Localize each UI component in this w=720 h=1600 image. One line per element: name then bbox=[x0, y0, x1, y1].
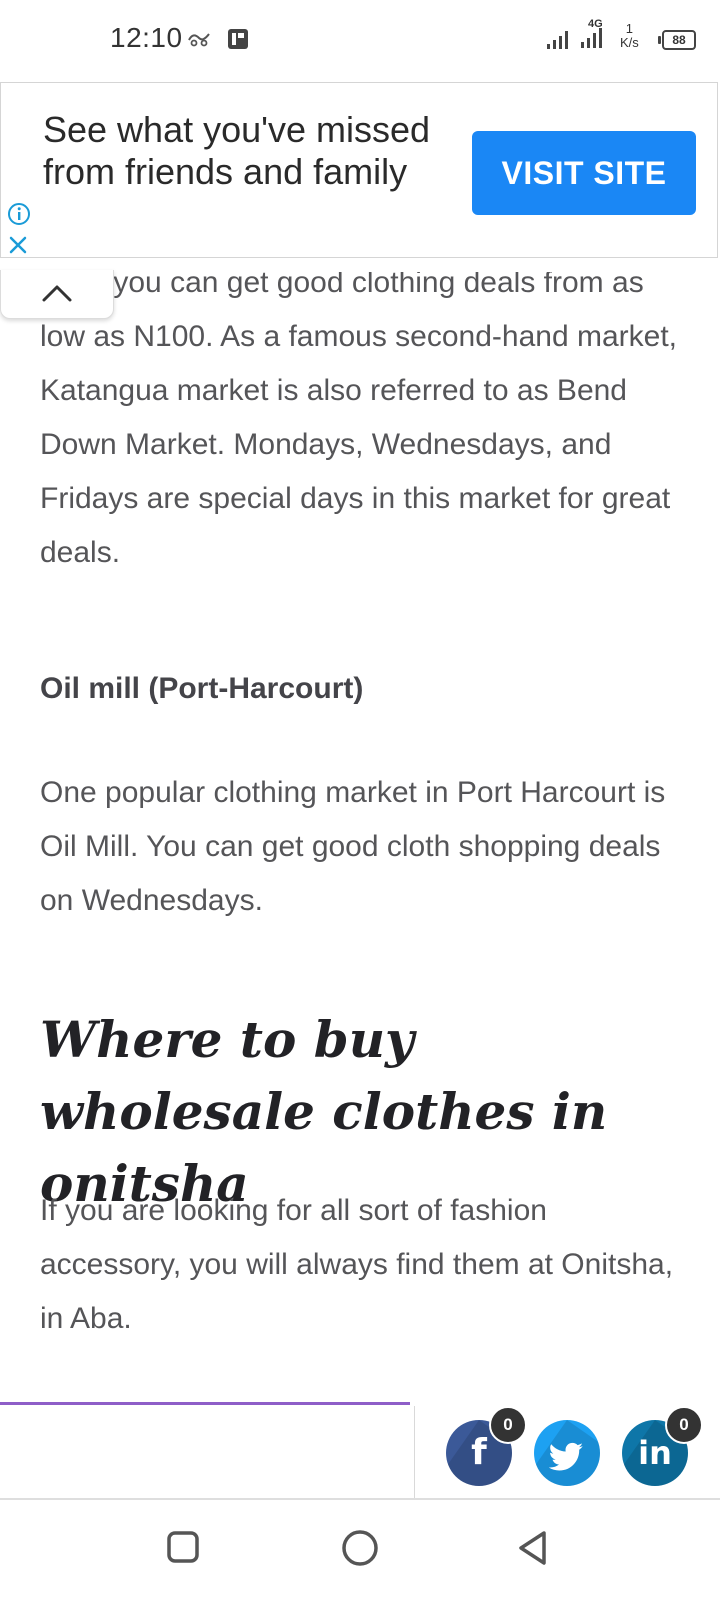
oil-mill-subheading: Oil mill (Port-Harcourt) bbox=[40, 672, 364, 705]
ad-close-icon[interactable] bbox=[8, 235, 28, 260]
battery-icon: 88 bbox=[658, 30, 696, 50]
reading-progress-bar bbox=[0, 1402, 410, 1405]
share-bar: f 0 in 0 bbox=[0, 1402, 720, 1502]
system-nav-bar bbox=[0, 1500, 720, 1600]
share-divider bbox=[414, 1406, 415, 1498]
square-icon bbox=[167, 1531, 199, 1563]
back-button[interactable] bbox=[516, 1530, 552, 1573]
ad-banner[interactable]: See what you've missed from friends and … bbox=[0, 82, 718, 258]
visit-site-button[interactable]: VISIT SITE bbox=[472, 131, 696, 215]
twitter-share-button[interactable] bbox=[534, 1420, 600, 1486]
network-speed: 1 K/s bbox=[620, 22, 639, 50]
triangle-back-icon bbox=[519, 1531, 546, 1565]
article-intro-clip: Here you can get good clothing deals fro… bbox=[40, 272, 680, 602]
article-paragraph-onitsha: If you are looking for all sort of fashi… bbox=[40, 1194, 674, 1335]
linkedin-share-count: 0 bbox=[665, 1406, 703, 1444]
circle-icon bbox=[342, 1530, 378, 1566]
collapse-ad-button[interactable] bbox=[0, 270, 114, 319]
signal-icon bbox=[546, 28, 574, 55]
network-speed-unit: K/s bbox=[620, 35, 639, 50]
recents-button[interactable] bbox=[166, 1530, 202, 1571]
ad-text: See what you've missed from friends and … bbox=[43, 109, 431, 192]
notification-app-icon bbox=[186, 28, 214, 55]
ad-info-icon[interactable] bbox=[7, 202, 31, 231]
facebook-icon: f bbox=[471, 1432, 487, 1473]
document-app-icon bbox=[226, 26, 252, 57]
chevron-up-icon bbox=[41, 282, 73, 309]
twitter-icon bbox=[548, 1437, 585, 1486]
network-speed-value: 1 bbox=[625, 21, 634, 36]
home-button[interactable] bbox=[340, 1530, 380, 1575]
article-paragraph-katangua: Here you can get good clothing deals fro… bbox=[40, 272, 678, 569]
status-bar: 12:10 4G 1 K/s 88 bbox=[0, 0, 720, 82]
article-paragraph-oil-mill: One popular clothing market in Port Harc… bbox=[40, 776, 666, 917]
network-type-label: 4G bbox=[588, 18, 603, 30]
linkedin-icon: in bbox=[638, 1434, 672, 1472]
status-time: 12:10 bbox=[110, 22, 183, 53]
facebook-share-count: 0 bbox=[489, 1406, 527, 1444]
